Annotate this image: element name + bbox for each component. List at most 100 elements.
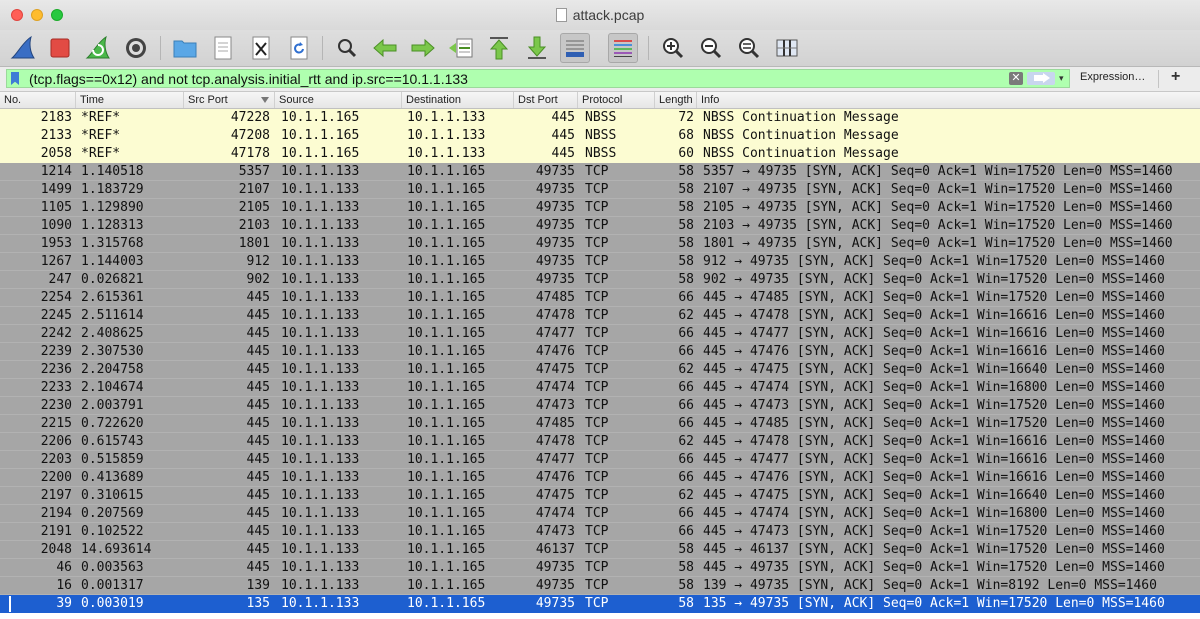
stop-capture-icon[interactable] [45,33,75,63]
main-toolbar [0,30,1200,67]
packet-row[interactable]: 2254 2.615361 445 10.1.1.133 10.1.1.165 47485… [0,289,1200,307]
add-filter-button[interactable]: + [1171,68,1180,86]
colorize-icon[interactable] [608,33,638,63]
title-bar[interactable]: attack.pcap [0,0,1200,30]
packet-row[interactable]: 2236 2.204758 445 10.1.1.133 10.1.1.165 47475… [0,361,1200,379]
cell-src: 10.1.1.133 [281,470,360,485]
packet-row[interactable]: 2183 *REF* 47228 10.1.1.165 10.1.1.133 445 NBS… [0,109,1200,127]
cell-proto: TCP [585,380,609,395]
packet-row[interactable]: 1953 1.315768 1801 10.1.1.133 10.1.1.165 4973… [0,235,1200,253]
packet-row[interactable]: 1090 1.128313 2103 10.1.1.133 10.1.1.165 4973… [0,217,1200,235]
restart-capture-icon[interactable] [83,33,113,63]
column-header-length[interactable]: Length [655,92,697,108]
cell-src: 10.1.1.133 [281,182,360,197]
packet-row[interactable]: 2215 0.722620 445 10.1.1.133 10.1.1.165 47485… [0,415,1200,433]
save-file-icon[interactable] [208,33,238,63]
packet-row[interactable]: 247 0.026821 902 10.1.1.133 10.1.1.165 49735 T… [0,271,1200,289]
cell-no: 2215 [40,416,72,431]
cell-time: 0.413689 [81,470,144,485]
cell-sport: 5357 [238,164,270,179]
go-last-icon[interactable] [522,33,552,63]
cell-info: 445 → 47473 [SYN, ACK] Seq=0 Ack=1 Win=1… [703,524,1165,539]
packet-row[interactable]: 2048 14.693614 445 10.1.1.133 10.1.1.165 4613… [0,541,1200,559]
apply-filter-icon[interactable] [1027,72,1055,85]
column-header-src-port[interactable]: Src Port [184,92,275,108]
column-header-destination[interactable]: Destination [402,92,514,108]
cell-src: 10.1.1.133 [281,254,360,269]
go-to-packet-icon[interactable] [446,33,476,63]
cell-len: 58 [678,218,694,233]
cell-time: 1.140518 [81,164,144,179]
cell-proto: TCP [585,344,609,359]
cell-len: 62 [678,362,694,377]
packet-row[interactable]: 2233 2.104674 445 10.1.1.133 10.1.1.165 47474… [0,379,1200,397]
cell-dst: 10.1.1.165 [407,254,486,269]
packet-row[interactable]: 16 0.001317 139 10.1.1.133 10.1.1.165 49735 TC… [0,577,1200,595]
cell-time: 0.003563 [81,560,144,575]
packet-row[interactable]: 2239 2.307530 445 10.1.1.133 10.1.1.165 47476… [0,343,1200,361]
cell-dport: 445 [551,128,575,143]
zoom-out-icon[interactable] [696,33,726,63]
normal-size-icon[interactable] [734,33,764,63]
expression-button[interactable]: Expression… [1080,71,1145,83]
packet-row[interactable]: 2058 *REF* 47178 10.1.1.165 10.1.1.133 445 NBS… [0,145,1200,163]
display-filter-input[interactable]: (tcp.flags==0x12) and not tcp.analysis.i… [6,69,1070,88]
cell-dst: 10.1.1.165 [407,434,486,449]
cell-info: 902 → 49735 [SYN, ACK] Seq=0 Ack=1 Win=1… [703,272,1165,287]
column-header-info[interactable]: Info [697,92,1200,108]
packet-row[interactable]: 1214 1.140518 5357 10.1.1.133 10.1.1.165 4973… [0,163,1200,181]
packet-row[interactable]: 2197 0.310615 445 10.1.1.133 10.1.1.165 47475… [0,487,1200,505]
cell-dst: 10.1.1.165 [407,416,486,431]
filter-text[interactable]: (tcp.flags==0x12) and not tcp.analysis.i… [29,71,468,87]
packet-row[interactable]: 2230 2.003791 445 10.1.1.133 10.1.1.165 47473… [0,397,1200,415]
cell-dport: 49735 [535,560,575,575]
cell-dport: 47485 [535,416,575,431]
zoom-in-icon[interactable] [658,33,688,63]
packet-row[interactable]: 2245 2.511614 445 10.1.1.133 10.1.1.165 47478… [0,307,1200,325]
find-packet-icon[interactable] [332,33,362,63]
packet-row[interactable]: 2194 0.207569 445 10.1.1.133 10.1.1.165 47474… [0,505,1200,523]
clear-filter-icon[interactable]: ✕ [1009,72,1023,85]
packet-row[interactable]: 46 0.003563 445 10.1.1.133 10.1.1.165 49735 TC… [0,559,1200,577]
go-back-icon[interactable] [370,33,400,63]
packet-row[interactable]: 1499 1.183729 2107 10.1.1.133 10.1.1.165 4973… [0,181,1200,199]
packet-row[interactable]: 2191 0.102522 445 10.1.1.133 10.1.1.165 47473… [0,523,1200,541]
packet-row[interactable]: 2206 0.615743 445 10.1.1.133 10.1.1.165 47478… [0,433,1200,451]
column-header-protocol[interactable]: Protocol [578,92,655,108]
packet-list[interactable]: No. Time Src Port Source Destination Dst… [0,92,1200,619]
close-file-icon[interactable] [246,33,276,63]
packet-row[interactable]: 1267 1.144003 912 10.1.1.133 10.1.1.165 49735… [0,253,1200,271]
resize-columns-icon[interactable] [772,33,802,63]
column-header-no[interactable]: No. [0,92,76,108]
cell-info: 445 → 47475 [SYN, ACK] Seq=0 Ack=1 Win=1… [703,362,1165,377]
packet-row[interactable]: 1105 1.129890 2105 10.1.1.133 10.1.1.165 4973… [0,199,1200,217]
cell-dst: 10.1.1.165 [407,200,486,215]
cell-src: 10.1.1.133 [281,398,360,413]
cell-no: 2194 [40,506,72,521]
filter-history-dropdown-icon[interactable]: ▾ [1059,70,1069,87]
start-capture-icon[interactable] [8,33,38,63]
capture-options-icon[interactable] [121,33,151,63]
cell-src: 10.1.1.133 [281,560,360,575]
cell-time: 0.001317 [81,578,144,593]
cell-src: 10.1.1.165 [281,146,360,161]
cell-src: 10.1.1.133 [281,236,360,251]
column-header-time[interactable]: Time [76,92,184,108]
go-forward-icon[interactable] [408,33,438,63]
go-first-icon[interactable] [484,33,514,63]
cell-dst: 10.1.1.165 [407,236,486,251]
autoscroll-icon[interactable] [560,33,590,63]
column-header-dst-port[interactable]: Dst Port [514,92,578,108]
reload-file-icon[interactable] [284,33,314,63]
cell-len: 68 [678,128,694,143]
cell-sport: 445 [246,434,270,449]
open-file-icon[interactable] [170,33,200,63]
packet-row[interactable]: 2200 0.413689 445 10.1.1.133 10.1.1.165 47476… [0,469,1200,487]
packet-row[interactable]: 2203 0.515859 445 10.1.1.133 10.1.1.165 47477… [0,451,1200,469]
column-header-source[interactable]: Source [275,92,402,108]
bookmark-icon[interactable] [11,72,19,85]
cell-src: 10.1.1.133 [281,506,360,521]
packet-row[interactable]: 2133 *REF* 47208 10.1.1.165 10.1.1.133 445 NBS… [0,127,1200,145]
selected-packet-row[interactable]: 39 0.003019 135 10.1.1.133 10.1.1.165 49735 TC… [0,595,1200,613]
packet-row[interactable]: 2242 2.408625 445 10.1.1.133 10.1.1.165 47477… [0,325,1200,343]
